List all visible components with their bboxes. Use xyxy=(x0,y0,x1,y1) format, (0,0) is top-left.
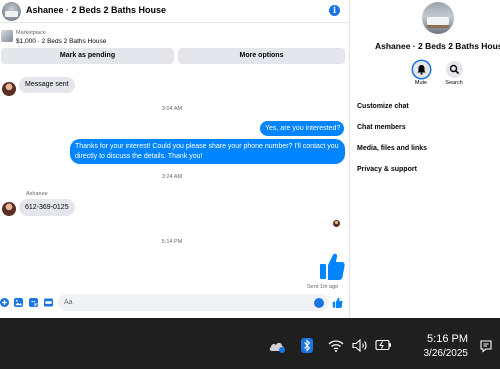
search-button[interactable]: Search xyxy=(439,61,469,86)
gif-icon[interactable] xyxy=(44,298,53,307)
marketplace-listing-banner[interactable]: Marketplace $1,000 · 2 Beds 2 Baths Hous… xyxy=(0,24,350,50)
message-input[interactable] xyxy=(58,294,329,311)
wifi-icon[interactable] xyxy=(328,339,344,352)
timestamp: 3:04 AM xyxy=(161,106,183,112)
incoming-message[interactable]: Message sent xyxy=(19,77,75,93)
chat-members-item[interactable]: Chat members xyxy=(357,124,406,131)
sticker-icon[interactable] xyxy=(29,298,38,307)
chat-header: Ashanee · 2 Beds 2 Baths House i xyxy=(0,0,350,23)
listing-avatar[interactable] xyxy=(2,2,21,21)
message-line: directly to discuss the details. Thank y… xyxy=(75,153,203,160)
outgoing-message[interactable]: Yes, are you interested? xyxy=(260,121,344,136)
search-icon xyxy=(445,61,463,78)
timestamp: 3:24 AM xyxy=(161,174,183,180)
listing-source: Marketplace xyxy=(16,30,46,36)
taskbar-clock-date[interactable]: 3/26/2025 xyxy=(406,348,469,359)
seen-receipt-avatar xyxy=(333,220,340,227)
thumbs-up-icon[interactable] xyxy=(319,252,345,280)
customize-chat-item[interactable]: Customize chat xyxy=(357,103,409,110)
conversation-details-panel: Ashanee · 2 Beds 2 Baths House Mute Sear… xyxy=(351,0,500,318)
message-line: Thanks for your interest! Could you plea… xyxy=(75,143,339,150)
volume-icon[interactable] xyxy=(352,339,368,352)
plus-icon[interactable] xyxy=(0,298,9,307)
privacy-support-item[interactable]: Privacy & support xyxy=(357,166,417,173)
info-icon[interactable]: i xyxy=(329,5,340,16)
contact-avatar[interactable] xyxy=(2,82,16,96)
like-button-icon[interactable] xyxy=(332,297,343,308)
taskbar-clock-time[interactable]: 5:16 PM xyxy=(412,333,468,345)
contact-avatar[interactable] xyxy=(2,202,16,216)
battery-charging-icon[interactable] xyxy=(375,339,392,351)
panel-title: Ashanee · 2 Beds 2 Baths House xyxy=(375,41,500,51)
incoming-message[interactable]: 612-369-0125 xyxy=(19,199,75,216)
sent-status: Sent 1m ago xyxy=(307,284,339,290)
composer xyxy=(0,294,350,312)
bell-icon xyxy=(412,61,430,78)
notifications-icon[interactable] xyxy=(479,339,493,353)
timestamp: 5:14 PM xyxy=(161,239,183,245)
mute-button[interactable]: Mute xyxy=(406,61,436,86)
listing-thumbnail xyxy=(1,30,13,42)
bluetooth-icon[interactable] xyxy=(301,338,313,353)
more-options-button[interactable]: More options xyxy=(178,48,345,64)
weather-cloud-icon[interactable] xyxy=(268,339,286,353)
chat-title[interactable]: Ashanee · 2 Beds 2 Baths House xyxy=(26,5,166,15)
search-label: Search xyxy=(445,80,463,86)
image-icon[interactable] xyxy=(14,298,23,307)
chat-pane: Ashanee · 2 Beds 2 Baths House i Marketp… xyxy=(0,0,350,318)
listing-photo[interactable] xyxy=(422,2,454,34)
mute-label: Mute xyxy=(414,80,428,86)
sender-name: Ashanee xyxy=(26,191,48,197)
app-window: Ashanee · 2 Beds 2 Baths House i Marketp… xyxy=(0,0,500,369)
media-files-links-item[interactable]: Media, files and links xyxy=(357,145,427,152)
outgoing-message-long[interactable]: Thanks for your interest! Could you plea… xyxy=(70,139,345,164)
emoji-icon[interactable] xyxy=(314,298,324,308)
listing-title: $1,000 · 2 Beds 2 Baths House xyxy=(16,38,107,45)
mark-as-pending-button[interactable]: Mark as pending xyxy=(1,48,174,64)
